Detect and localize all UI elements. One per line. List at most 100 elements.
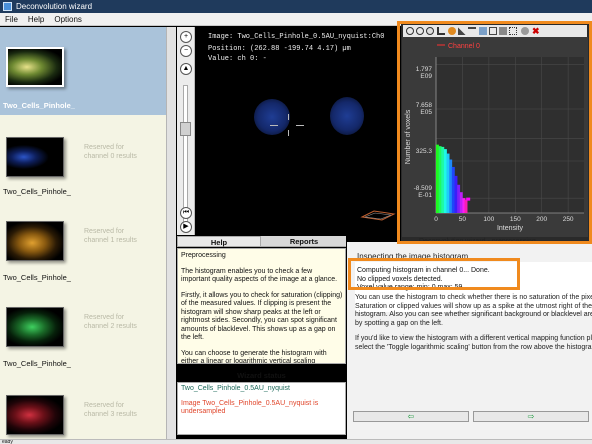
crosshair-mark: [288, 130, 289, 136]
y-tick-label: E09: [420, 73, 432, 80]
close-icon[interactable]: ✖: [532, 27, 540, 36]
x-tick-label: 0: [434, 216, 438, 223]
description-line: If you'd like to view the histogram with…: [355, 335, 592, 342]
x-axis-label: Intensity: [497, 225, 524, 232]
next-button[interactable]: ⇨: [473, 411, 589, 422]
step-result-line-2: channel 2 results: [84, 323, 137, 330]
viewer-position: Position: (262.88 -199.74 4.17) µm: [208, 45, 351, 53]
step-thumbnail-channel-2: [6, 307, 64, 347]
step-result-line-1: Reserved for: [84, 144, 125, 151]
y-tick-label: 7.658: [416, 102, 433, 109]
step-title: Inspecting the image histogram: [357, 252, 469, 261]
step-channel-3[interactable]: Reserved for channel 3 results: [0, 365, 166, 439]
cell-right: [330, 97, 364, 135]
step-description: You can use the histogram to check wheth…: [355, 294, 592, 359]
log-line: Voxel value range: min: 0 max: 59.: [357, 284, 465, 291]
slice-slider-handle[interactable]: [180, 122, 191, 136]
help-paragraph: You can choose to generate the histogram…: [181, 349, 327, 364]
menu-file[interactable]: File: [0, 13, 23, 26]
palette-icon[interactable]: [448, 27, 456, 35]
step-result-line-2: channel 1 results: [84, 237, 137, 244]
step-channel-1[interactable]: Reserved for channel 1 results Two_Cells…: [0, 197, 166, 282]
histogram-panel: ✖ Channel 0 1.797 E09 7.658 E05 325.3 -8.509 E-…: [401, 23, 589, 241]
window-titlebar: Deconvolution wizard: [0, 0, 592, 13]
settings-icon[interactable]: [521, 27, 529, 35]
wizard-status-warning: Image Two_Cells_Pinhole_0.5AU_nyquist is…: [181, 399, 319, 416]
step-result-line-2: channel 0 results: [84, 153, 137, 160]
curve-icon[interactable]: [468, 27, 476, 35]
copy-icon[interactable]: [489, 27, 497, 35]
help-tabbar: Help Reports: [177, 236, 346, 247]
step-result-line-2: channel 3 results: [84, 411, 137, 418]
menu-help[interactable]: Help: [23, 13, 49, 26]
x-tick-label: 100: [483, 216, 494, 223]
orientation-box-icon: [360, 210, 396, 221]
wizard-status-panel: Two_Cells_Pinhole_0.5AU_nyquist Image Tw…: [177, 382, 346, 435]
log-line: Computing histogram in channel 0... Done…: [357, 267, 490, 274]
description-line: select the 'Toggle logarithmic scaling' …: [355, 343, 592, 351]
crosshair-mark: [288, 114, 289, 120]
panel-splitter[interactable]: [166, 27, 176, 439]
description-line: histogram. Also you can see whether sign…: [355, 311, 592, 318]
grid-icon[interactable]: [509, 27, 517, 35]
y-axis-label: Number of voxels: [405, 109, 412, 164]
legend-label: Channel 0: [448, 43, 480, 50]
histogram-bar: [451, 166, 455, 213]
scroll-up-icon[interactable]: ▲: [180, 63, 192, 75]
play-icon[interactable]: ▶: [180, 221, 192, 233]
viewer-value: Value: ch 0: -: [208, 55, 267, 63]
histogram-bar: [454, 175, 458, 213]
x-tick-label: 200: [536, 216, 547, 223]
wizard-status-line: Two_Cells_Pinhole_0.5AU_nyquist: [181, 385, 290, 392]
description-paragraph: If you'd like to view the histogram with…: [355, 335, 592, 352]
zoom-out-icon[interactable]: −: [180, 45, 192, 57]
step-result-text: Reserved for channel 1 results: [84, 227, 137, 245]
app-icon: [3, 2, 12, 11]
crosshair-mark: [270, 125, 278, 126]
slice-slider-track[interactable]: [183, 85, 188, 225]
linear-scale-icon[interactable]: [437, 27, 445, 35]
tab-help[interactable]: Help: [177, 236, 261, 247]
status-bar: eady: [0, 439, 592, 444]
step-label: Two_Cells_Pinhole_: [3, 187, 71, 196]
step-result-text: Reserved for channel 0 results: [84, 143, 137, 161]
description-line: by spotting a gap on the left.: [355, 319, 443, 327]
window-title: Deconvolution wizard: [16, 2, 93, 11]
histogram-toolbar: ✖: [403, 25, 587, 37]
histogram-bar: [459, 192, 463, 213]
viewer-nav-strip: + − ▲ ⏮ ▶: [177, 27, 195, 235]
step-result-line-1: Reserved for: [84, 228, 125, 235]
histogram-bar: [438, 146, 442, 213]
tab-reports[interactable]: Reports: [262, 236, 346, 247]
step-result-text: Reserved for channel 2 results: [84, 313, 137, 331]
first-slice-icon[interactable]: ⏮: [180, 207, 192, 219]
zoom-fit-icon[interactable]: [426, 27, 434, 35]
zoom-in-icon[interactable]: +: [180, 31, 192, 43]
help-text-panel: Preprocessing The histogram enables you …: [177, 248, 346, 364]
y-tick-label: 1.797: [416, 66, 433, 73]
zoom-in-icon[interactable]: [406, 27, 414, 35]
steps-panel: Two_Cells_Pinhole_ Reserved for channel …: [0, 27, 166, 439]
table-icon[interactable]: [499, 27, 507, 35]
step-channel-2[interactable]: Reserved for channel 2 results Two_Cells…: [0, 281, 166, 368]
log-scale-icon[interactable]: [458, 27, 466, 35]
description-line: Saturation or clipped values will show u…: [355, 302, 592, 310]
step-channel-0[interactable]: Reserved for channel 0 results Two_Cells…: [0, 115, 166, 196]
step-content-panel: Inspecting the image histogram Computing…: [347, 242, 592, 439]
zoom-out-icon[interactable]: [416, 27, 424, 35]
histogram-bar: [446, 153, 450, 213]
menu-options[interactable]: Options: [49, 13, 87, 26]
export-icon[interactable]: [479, 27, 487, 35]
histogram-bar: [457, 184, 461, 213]
histogram-bar: [441, 146, 445, 213]
help-paragraph: Firstly, it allows you to check for satu…: [181, 291, 343, 342]
description-line: You can use the histogram to check wheth…: [355, 294, 592, 301]
image-viewer[interactable]: Image: Two_Cells_Pinhole_0.5AU_nyquist:C…: [196, 27, 401, 235]
histogram-bar: [449, 159, 453, 213]
y-tick-label: E-01: [418, 192, 432, 199]
histogram-chart[interactable]: Channel 0 1.797 E09 7.658 E05 325.3 -8.509 E-01…: [402, 37, 588, 237]
previous-button[interactable]: ⇦: [353, 411, 469, 422]
step-preprocessing[interactable]: Two_Cells_Pinhole_: [0, 27, 166, 110]
step-result-line-1: Reserved for: [84, 402, 125, 409]
y-tick-label: E05: [420, 109, 432, 116]
